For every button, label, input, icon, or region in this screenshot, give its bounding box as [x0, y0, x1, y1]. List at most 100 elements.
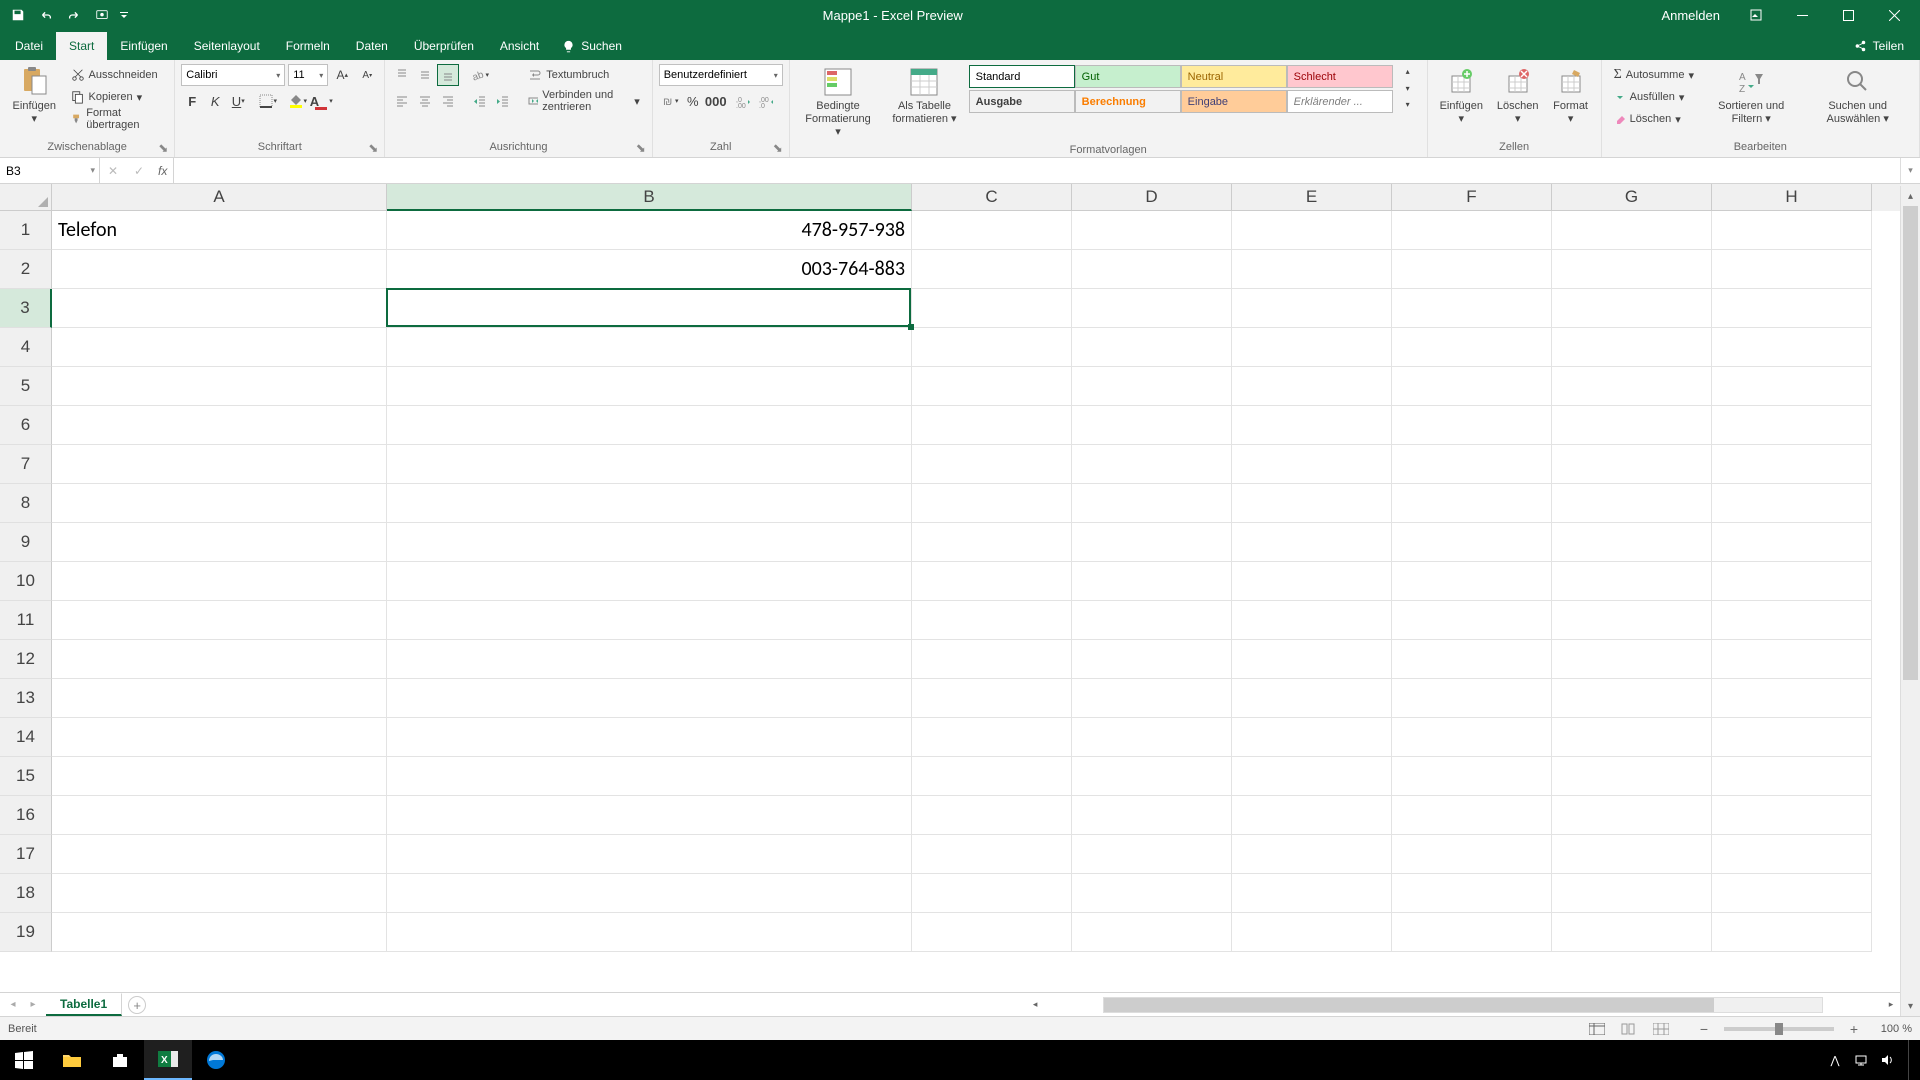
cell-F14[interactable]	[1392, 718, 1552, 757]
row-header-9[interactable]: 9	[0, 523, 52, 562]
cell-B3[interactable]	[387, 289, 912, 328]
cell-F11[interactable]	[1392, 601, 1552, 640]
task-store[interactable]	[96, 1040, 144, 1080]
cell-F12[interactable]	[1392, 640, 1552, 679]
cell-C18[interactable]	[912, 874, 1072, 913]
close-button[interactable]	[1872, 0, 1916, 30]
cell-B17[interactable]	[387, 835, 912, 874]
style-berechnung[interactable]: Berechnung	[1075, 90, 1181, 113]
cell-A7[interactable]	[52, 445, 387, 484]
tab-view[interactable]: Ansicht	[487, 32, 552, 60]
ribbon-options-button[interactable]	[1734, 0, 1778, 30]
bold-button[interactable]: F	[181, 90, 203, 112]
row-header-18[interactable]: 18	[0, 874, 52, 913]
increase-indent-button[interactable]	[492, 90, 514, 112]
cell-B2[interactable]: 003-764-883	[387, 250, 912, 289]
format-as-table-button[interactable]: Als Tabelle formatieren ▾	[882, 64, 966, 128]
page-layout-view-button[interactable]	[1616, 1019, 1642, 1039]
row-header-7[interactable]: 7	[0, 445, 52, 484]
row-header-6[interactable]: 6	[0, 406, 52, 445]
clear-button[interactable]: Löschen ▾	[1608, 108, 1700, 130]
cell-F2[interactable]	[1392, 250, 1552, 289]
decrease-indent-button[interactable]	[469, 90, 491, 112]
cell-H7[interactable]	[1712, 445, 1872, 484]
redo-button[interactable]	[62, 3, 86, 27]
cell-F19[interactable]	[1392, 913, 1552, 952]
cell-A1[interactable]: Telefon	[52, 211, 387, 250]
hscroll-left-button[interactable]: ◂	[1026, 996, 1044, 1014]
accept-formula-button[interactable]: ✓	[126, 158, 152, 183]
cell-E12[interactable]	[1232, 640, 1392, 679]
fx-icon[interactable]: fx	[152, 164, 173, 178]
cut-button[interactable]: Ausschneiden	[65, 64, 169, 86]
delete-cells-button[interactable]: Löschen ▾	[1491, 64, 1545, 128]
row-header-2[interactable]: 2	[0, 250, 52, 289]
save-button[interactable]	[6, 3, 30, 27]
cell-F10[interactable]	[1392, 562, 1552, 601]
font-size-combo[interactable]: 11▾	[288, 64, 328, 86]
style-schlecht[interactable]: Schlecht	[1287, 65, 1393, 88]
clipboard-launcher[interactable]: ⬊	[156, 141, 170, 155]
cell-E8[interactable]	[1232, 484, 1392, 523]
cell-C15[interactable]	[912, 757, 1072, 796]
conditional-formatting-button[interactable]: Bedingte Formatierung ▾	[796, 64, 881, 142]
styles-down-button[interactable]: ▾	[1397, 81, 1419, 96]
cell-E18[interactable]	[1232, 874, 1392, 913]
row-header-3[interactable]: 3	[0, 289, 52, 328]
cell-E14[interactable]	[1232, 718, 1392, 757]
style-erklarend[interactable]: Erklärender ...	[1287, 90, 1393, 113]
cell-C8[interactable]	[912, 484, 1072, 523]
row-header-8[interactable]: 8	[0, 484, 52, 523]
sheet-tab-1[interactable]: Tabelle1	[46, 993, 122, 1016]
cell-G2[interactable]	[1552, 250, 1712, 289]
cell-A13[interactable]	[52, 679, 387, 718]
cell-E6[interactable]	[1232, 406, 1392, 445]
cell-F16[interactable]	[1392, 796, 1552, 835]
zoom-thumb[interactable]	[1775, 1023, 1783, 1035]
cell-G16[interactable]	[1552, 796, 1712, 835]
vscroll-thumb[interactable]	[1903, 206, 1918, 680]
column-header-C[interactable]: C	[912, 184, 1072, 211]
cell-C14[interactable]	[912, 718, 1072, 757]
horizontal-scrollbar[interactable]: ◂ ▸	[1026, 993, 1920, 1016]
align-left-button[interactable]	[391, 90, 413, 112]
comma-button[interactable]: 000	[705, 90, 727, 112]
cell-D17[interactable]	[1072, 835, 1232, 874]
cell-H4[interactable]	[1712, 328, 1872, 367]
cell-H18[interactable]	[1712, 874, 1872, 913]
cell-A2[interactable]	[52, 250, 387, 289]
name-box[interactable]: ▾	[0, 158, 100, 183]
cell-C4[interactable]	[912, 328, 1072, 367]
cell-H5[interactable]	[1712, 367, 1872, 406]
tab-review[interactable]: Überprüfen	[401, 32, 487, 60]
increase-decimal-button[interactable]: ,0,00	[733, 90, 755, 112]
cell-C5[interactable]	[912, 367, 1072, 406]
decrease-decimal-button[interactable]: ,00,0	[756, 90, 778, 112]
touch-button[interactable]	[90, 3, 114, 27]
number-launcher[interactable]: ⬊	[771, 141, 785, 155]
cell-B16[interactable]	[387, 796, 912, 835]
cell-G12[interactable]	[1552, 640, 1712, 679]
cell-E16[interactable]	[1232, 796, 1392, 835]
cell-A17[interactable]	[52, 835, 387, 874]
cell-H2[interactable]	[1712, 250, 1872, 289]
italic-button[interactable]: K	[204, 90, 226, 112]
scroll-up-button[interactable]: ▴	[1901, 186, 1920, 206]
tab-home[interactable]: Start	[56, 32, 107, 60]
sheet-nav-next[interactable]: ▸	[24, 996, 42, 1014]
number-format-combo[interactable]: Benutzerdefiniert▾	[659, 64, 783, 86]
row-header-14[interactable]: 14	[0, 718, 52, 757]
share-button[interactable]: Teilen	[1839, 32, 1918, 60]
column-header-F[interactable]: F	[1392, 184, 1552, 211]
cell-D19[interactable]	[1072, 913, 1232, 952]
search-field[interactable]: Suchen	[552, 32, 632, 60]
cell-H10[interactable]	[1712, 562, 1872, 601]
cell-H16[interactable]	[1712, 796, 1872, 835]
cell-E2[interactable]	[1232, 250, 1392, 289]
row-header-13[interactable]: 13	[0, 679, 52, 718]
cell-A15[interactable]	[52, 757, 387, 796]
cell-C17[interactable]	[912, 835, 1072, 874]
cell-E1[interactable]	[1232, 211, 1392, 250]
cell-G19[interactable]	[1552, 913, 1712, 952]
cell-B10[interactable]	[387, 562, 912, 601]
